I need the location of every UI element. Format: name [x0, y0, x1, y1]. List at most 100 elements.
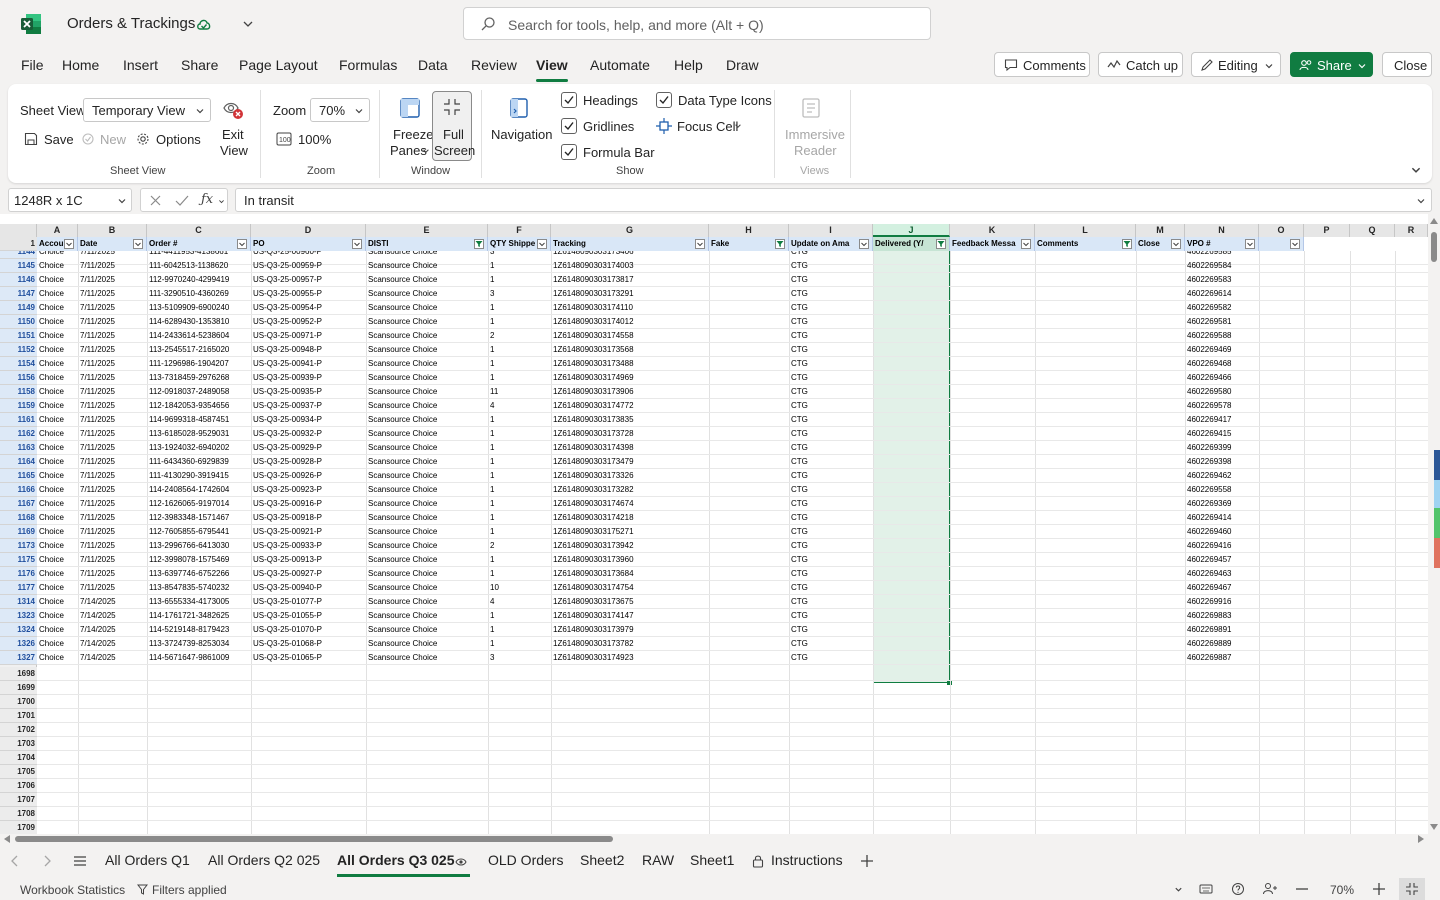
table-cell[interactable]: 4602269415: [1185, 427, 1259, 441]
table-cell[interactable]: 7/11/2025: [78, 343, 147, 357]
table-cell[interactable]: 1Z6148090303174923: [551, 651, 709, 665]
table-cell[interactable]: 112-0918037-2489058: [147, 385, 251, 399]
column-header-m[interactable]: M: [1136, 224, 1185, 237]
table-cell[interactable]: US-Q3-25-00960-P: [251, 251, 366, 259]
table-cell[interactable]: Scansource Choice: [366, 651, 488, 665]
table-cell[interactable]: US-Q3-25-00959-P: [251, 259, 366, 273]
table-cell[interactable]: US-Q3-25-00929-P: [251, 441, 366, 455]
table-cell[interactable]: 7/14/2025: [78, 651, 147, 665]
column-header-p[interactable]: P: [1304, 224, 1350, 237]
menu-automate[interactable]: Automate: [590, 57, 650, 73]
row-header[interactable]: 1144: [0, 251, 37, 259]
column-header-c[interactable]: C: [147, 224, 251, 237]
filter-applied-dropdown-icon[interactable]: [936, 239, 946, 249]
table-cell[interactable]: Choice: [37, 427, 78, 441]
table-cell[interactable]: 113-5109909-6900240: [147, 301, 251, 315]
immersive-reader-label-2[interactable]: Reader: [794, 143, 837, 158]
table-cell[interactable]: US-Q3-25-00932-P: [251, 427, 366, 441]
table-cell[interactable]: US-Q3-25-01077-P: [251, 595, 366, 609]
table-cell[interactable]: 1Z6148090303173675: [551, 595, 709, 609]
immersive-reader-icon[interactable]: [800, 96, 824, 120]
table-cell[interactable]: Scansource Choice: [366, 539, 488, 553]
table-cell[interactable]: 113-1924032-6940202: [147, 441, 251, 455]
row-header[interactable]: 1324: [0, 623, 37, 637]
filter-dropdown-icon[interactable]: [133, 239, 143, 249]
table-cell[interactable]: CTG: [789, 623, 873, 637]
share-button[interactable]: Share: [1290, 52, 1373, 77]
table-cell[interactable]: 1: [488, 567, 551, 581]
table-cell[interactable]: 1: [488, 301, 551, 315]
filter-dropdown-icon[interactable]: [1245, 239, 1255, 249]
table-cell[interactable]: CTG: [789, 581, 873, 595]
row-header[interactable]: 1177: [0, 581, 37, 595]
exit-view-label-2[interactable]: View: [220, 143, 248, 158]
table-cell[interactable]: Scansource Choice: [366, 441, 488, 455]
row-header[interactable]: 1163: [0, 441, 37, 455]
table-cell[interactable]: 113-7318459-2976268: [147, 371, 251, 385]
row-header[interactable]: 1708: [0, 807, 37, 821]
table-cell[interactable]: CTG: [789, 497, 873, 511]
row-header[interactable]: 1: [0, 237, 37, 251]
table-header-cell[interactable]: QTY Shippe: [488, 237, 551, 251]
table-cell[interactable]: CTG: [789, 315, 873, 329]
table-cell[interactable]: 7/11/2025: [78, 441, 147, 455]
filter-dropdown-icon[interactable]: [695, 239, 705, 249]
table-cell[interactable]: Scansource Choice: [366, 385, 488, 399]
table-cell[interactable]: 111-4411953-4138661: [147, 251, 251, 259]
table-cell[interactable]: Scansource Choice: [366, 497, 488, 511]
table-cell[interactable]: Scansource Choice: [366, 251, 488, 259]
sheet-tab-all-orders-q3[interactable]: All Orders Q3 025: [337, 852, 455, 868]
table-cell[interactable]: Choice: [37, 357, 78, 371]
full-screen-button[interactable]: Full Screen: [432, 91, 475, 161]
menu-data[interactable]: Data: [418, 57, 448, 73]
table-cell[interactable]: 7/11/2025: [78, 511, 147, 525]
table-cell[interactable]: 1Z6148090303173488: [551, 357, 709, 371]
immersive-reader-label-1[interactable]: Immersive: [785, 127, 845, 142]
table-header-cell[interactable]: VPO #: [1185, 237, 1259, 251]
table-cell[interactable]: CTG: [789, 273, 873, 287]
table-cell[interactable]: Choice: [37, 455, 78, 469]
table-header-cell[interactable]: Order #: [147, 237, 251, 251]
table-cell[interactable]: 1Z6148090303173479: [551, 455, 709, 469]
table-cell[interactable]: Choice: [37, 441, 78, 455]
table-cell[interactable]: 4602269583: [1185, 273, 1259, 287]
table-cell[interactable]: 1Z6148090303173960: [551, 553, 709, 567]
menu-formulas[interactable]: Formulas: [339, 57, 397, 73]
insert-function-icon[interactable]: ƒx: [201, 192, 213, 207]
enter-check-icon[interactable]: [175, 194, 189, 207]
table-cell[interactable]: 114-2408564-1742604: [147, 483, 251, 497]
excel-logo-icon[interactable]: [20, 13, 42, 35]
table-cell[interactable]: 1Z6148090303174754: [551, 581, 709, 595]
table-cell[interactable]: Choice: [37, 371, 78, 385]
table-cell[interactable]: Choice: [37, 343, 78, 357]
table-header-cell[interactable]: Close: [1136, 237, 1185, 251]
table-cell[interactable]: CTG: [789, 413, 873, 427]
column-header-j[interactable]: J: [873, 224, 950, 237]
row-header[interactable]: 1158: [0, 385, 37, 399]
table-cell[interactable]: 1: [488, 553, 551, 567]
row-header[interactable]: 1173: [0, 539, 37, 553]
table-cell[interactable]: CTG: [789, 427, 873, 441]
search-box[interactable]: Search for tools, help, and more (Alt + …: [463, 7, 931, 40]
table-cell[interactable]: 4602269398: [1185, 455, 1259, 469]
close-button[interactable]: Close: [1382, 52, 1432, 77]
table-cell[interactable]: 111-3290510-4360269: [147, 287, 251, 301]
table-cell[interactable]: 1Z6148090303173906: [551, 385, 709, 399]
column-header-l[interactable]: L: [1035, 224, 1136, 237]
chevron-down-icon[interactable]: [240, 16, 256, 32]
table-cell[interactable]: CTG: [789, 399, 873, 413]
table-cell[interactable]: 7/11/2025: [78, 371, 147, 385]
table-cell[interactable]: 10: [488, 581, 551, 595]
table-cell[interactable]: 113-6397746-6752266: [147, 567, 251, 581]
table-cell[interactable]: 4602269417: [1185, 413, 1259, 427]
freeze-panes-label-1[interactable]: Freeze: [393, 127, 433, 142]
table-cell[interactable]: 7/11/2025: [78, 497, 147, 511]
table-cell[interactable]: US-Q3-25-01055-P: [251, 609, 366, 623]
options-button[interactable]: Options: [156, 132, 201, 147]
menu-share[interactable]: Share: [181, 57, 218, 73]
table-cell[interactable]: 11: [488, 385, 551, 399]
row-header[interactable]: 1176: [0, 567, 37, 581]
navigation-button[interactable]: Navigation: [491, 127, 552, 142]
table-cell[interactable]: 7/11/2025: [78, 455, 147, 469]
table-cell[interactable]: Scansource Choice: [366, 259, 488, 273]
